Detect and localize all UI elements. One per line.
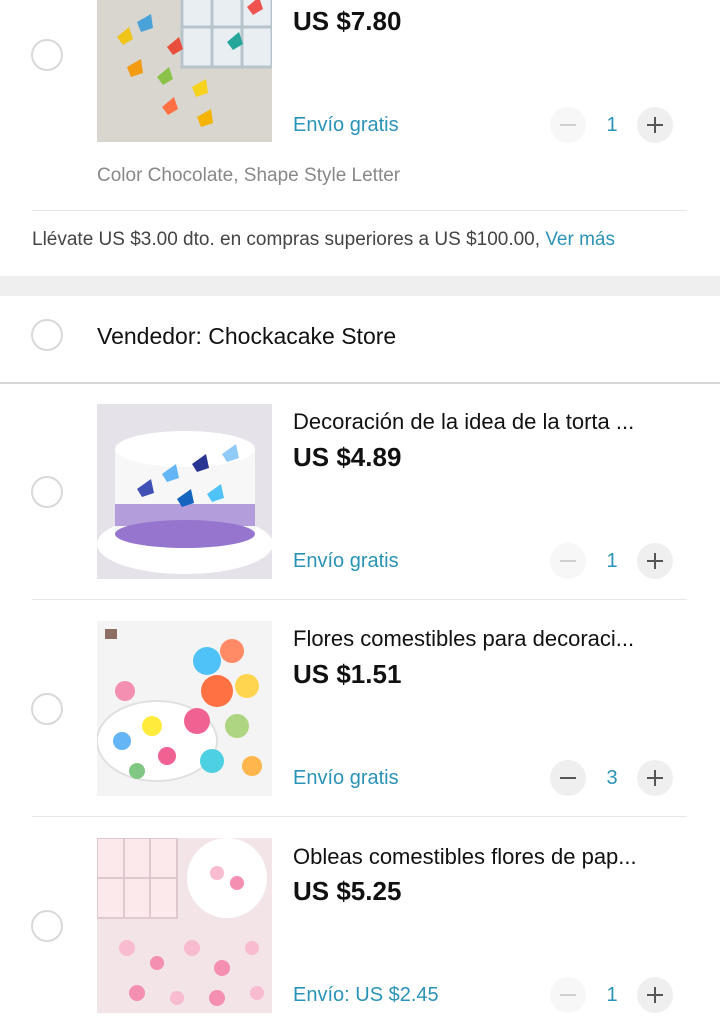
seller-header: Vendedor: Chockacake Store bbox=[0, 296, 720, 384]
see-more-link[interactable]: Ver más bbox=[545, 229, 615, 250]
product-image[interactable] bbox=[97, 838, 272, 1013]
quantity-increase-button[interactable] bbox=[637, 543, 673, 579]
divider bbox=[32, 210, 687, 211]
quantity-value: 1 bbox=[606, 114, 618, 136]
item-select-checkbox[interactable] bbox=[31, 910, 63, 942]
item-title[interactable]: Decoración de la idea de la torta ... bbox=[293, 409, 673, 435]
shipping-info: Envío gratis bbox=[293, 114, 399, 136]
store-card: Vendedor: Chockacake Store Decoración de… bbox=[0, 296, 720, 1024]
shipping-info: Envío: US $2.45 bbox=[293, 984, 439, 1006]
seller-select-checkbox[interactable] bbox=[31, 319, 63, 351]
item-title[interactable]: Flores comestibles para decoraci... bbox=[293, 626, 673, 652]
divider bbox=[32, 816, 687, 817]
quantity-value: 1 bbox=[606, 550, 618, 572]
item-title[interactable]: Obleas comestibles flores de pap... bbox=[293, 844, 673, 870]
item-variant[interactable]: Color Chocolate, Shape Style Letter bbox=[97, 165, 400, 187]
item-price: US $7.80 bbox=[293, 6, 402, 36]
shipping-info: Envío gratis bbox=[293, 767, 399, 789]
promo-text: Llévate US $3.00 dto. en compras superio… bbox=[32, 229, 546, 250]
quantity-increase-button[interactable] bbox=[637, 977, 673, 1013]
quantity-decrease-button[interactable] bbox=[550, 107, 586, 143]
item-select-checkbox[interactable] bbox=[31, 476, 63, 508]
quantity-decrease-button[interactable] bbox=[550, 543, 586, 579]
store-card: US $7.80 Envío gratis 1 Color Chocolate,… bbox=[0, 0, 720, 276]
quantity-value: 3 bbox=[606, 767, 618, 789]
divider bbox=[32, 599, 687, 600]
quantity-decrease-button[interactable] bbox=[550, 760, 586, 796]
quantity-increase-button[interactable] bbox=[637, 760, 673, 796]
shipping-info: Envío gratis bbox=[293, 550, 399, 572]
item-price: US $4.89 bbox=[293, 442, 402, 472]
product-image[interactable] bbox=[97, 404, 272, 579]
store-promo: Llévate US $3.00 dto. en compras superio… bbox=[32, 229, 615, 251]
seller-name[interactable]: Vendedor: Chockacake Store bbox=[97, 323, 396, 350]
product-image[interactable] bbox=[97, 621, 272, 796]
quantity-value: 1 bbox=[606, 984, 618, 1006]
product-image[interactable] bbox=[97, 0, 272, 142]
item-price: US $5.25 bbox=[293, 876, 402, 906]
item-select-checkbox[interactable] bbox=[31, 693, 63, 725]
quantity-decrease-button[interactable] bbox=[550, 977, 586, 1013]
item-select-checkbox[interactable] bbox=[31, 39, 63, 71]
quantity-increase-button[interactable] bbox=[637, 107, 673, 143]
item-price: US $1.51 bbox=[293, 659, 402, 689]
